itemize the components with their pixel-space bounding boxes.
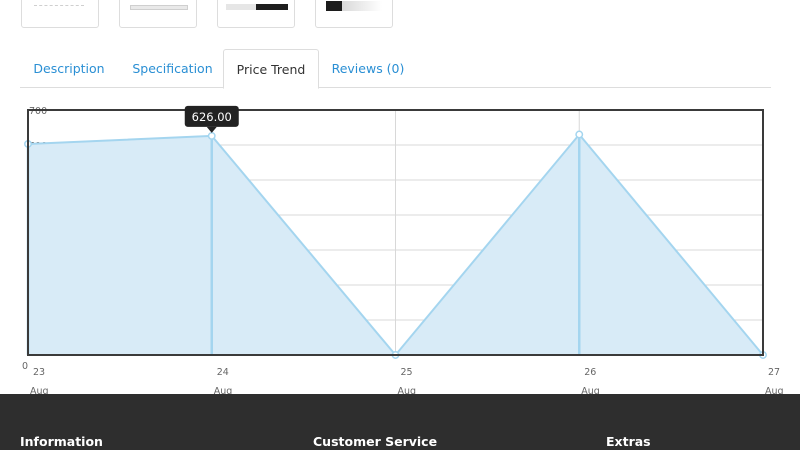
tooltip-pointer [206,126,217,133]
x-tick-day: 23 [33,367,45,378]
thumbnail-image [34,5,84,11]
x-tick-day: 27 [768,367,780,378]
data-point [575,130,584,139]
product-thumbnail-2[interactable] [119,0,197,28]
thumbnail-image [130,5,188,10]
y-tick-label: 700 [29,106,47,117]
site-footer: Information Customer Service Extras [0,394,800,450]
tab-price-trend[interactable]: Price Trend [223,49,319,89]
thumbnail-image [326,1,342,11]
tab-description[interactable]: Description [23,49,115,88]
product-thumbnail-4[interactable] [315,0,393,28]
thumbnail-image-dark [256,4,288,10]
footer-heading-information: Information [20,434,103,449]
product-tabs: Description Specification Price Trend Re… [20,49,771,89]
footer-heading-extras: Extras [606,434,651,449]
x-tick-day: 26 [584,367,596,378]
thumbnail-image [226,4,256,10]
tab-specification[interactable]: Specification [123,49,222,88]
tooltip-value: 626.00 [192,110,232,124]
x-tick-day: 24 [217,367,229,378]
product-thumbnail-3[interactable] [217,0,295,28]
price-trend-chart: 010020030040050060070023Aug24Aug25Aug26A… [22,105,784,397]
tab-reviews[interactable]: Reviews (0) [324,49,412,88]
product-thumbnail-1[interactable] [21,0,99,28]
y-tick-label: 0 [22,361,28,372]
footer-heading-customer-service: Customer Service [313,434,438,449]
data-point [207,131,216,140]
x-tick-day: 25 [401,367,413,378]
thumbnail-image-light [342,1,382,11]
